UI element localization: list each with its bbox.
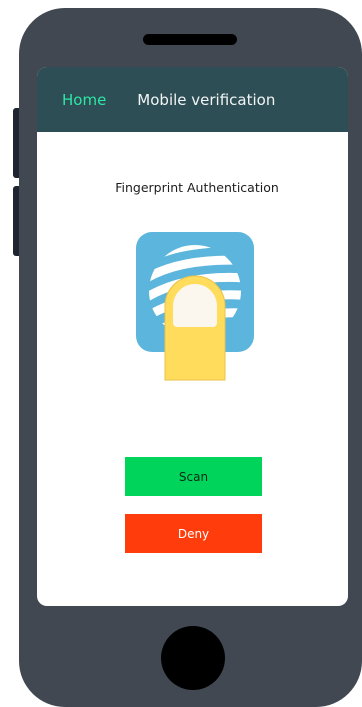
app-bar-title: Mobile verification — [137, 90, 276, 109]
stage: Home Mobile verification Fingerprint Aut… — [0, 0, 362, 707]
fingerprint-icon — [136, 232, 258, 382]
auth-title: Fingerprint Authentication — [115, 180, 279, 195]
home-hardware-button[interactable] — [161, 626, 225, 690]
phone-speaker — [143, 34, 237, 45]
fingerprint-illustration — [136, 232, 254, 381]
app-bar: Home Mobile verification — [37, 67, 348, 132]
phone-screen: Home Mobile verification Fingerprint Aut… — [37, 67, 348, 606]
deny-button[interactable]: Deny — [125, 514, 262, 553]
home-link[interactable]: Home — [62, 91, 106, 109]
scan-button[interactable]: Scan — [125, 457, 262, 496]
phone-frame: Home Mobile verification Fingerprint Aut… — [19, 8, 362, 707]
fingernail — [173, 284, 217, 327]
